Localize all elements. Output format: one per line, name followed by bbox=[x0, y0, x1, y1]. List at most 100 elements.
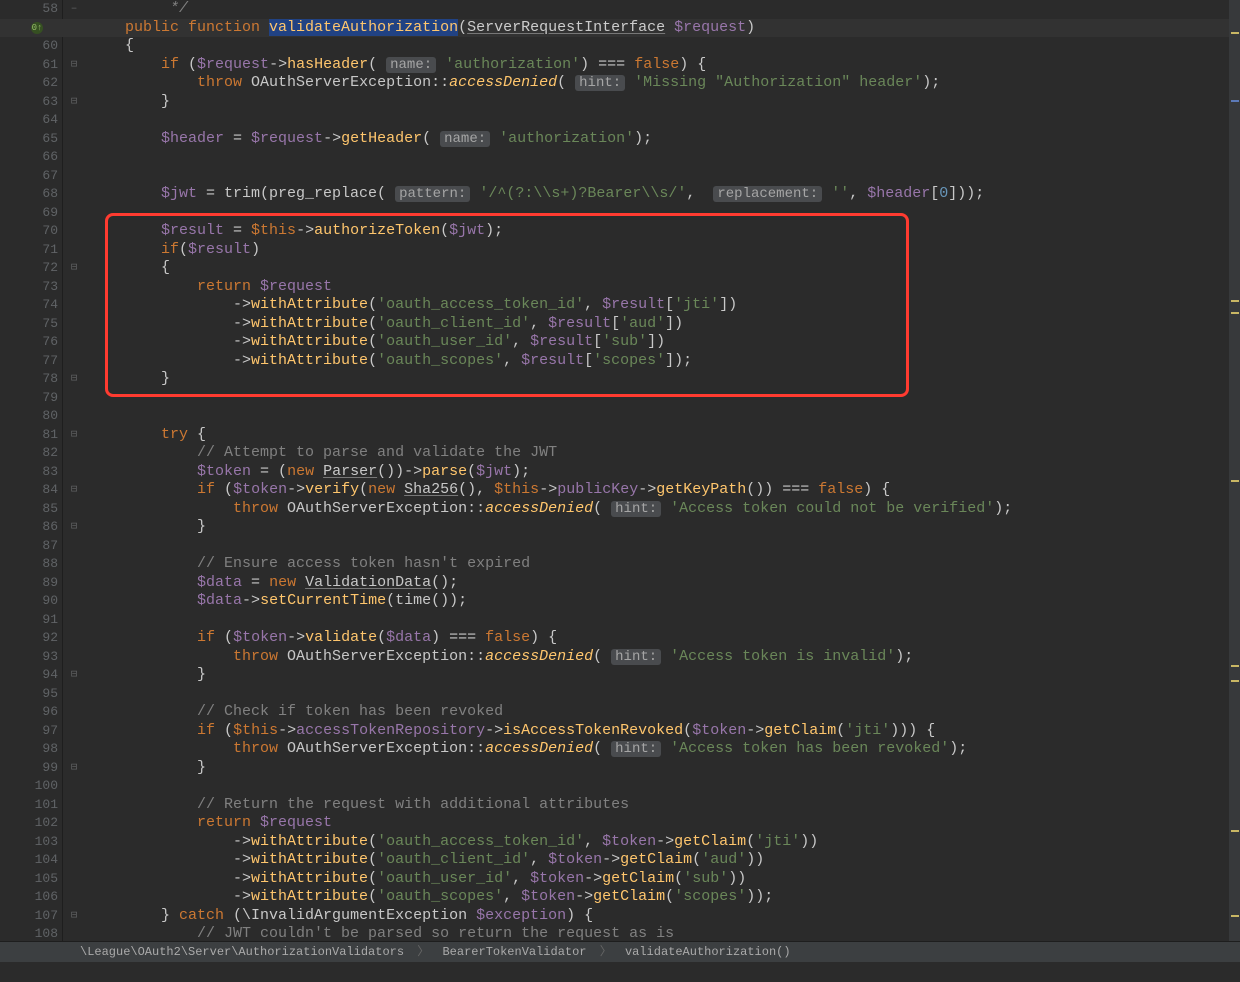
code-line[interactable]: try { bbox=[89, 426, 1229, 445]
minimap-mark-icon[interactable] bbox=[1231, 100, 1239, 102]
code-line[interactable]: } bbox=[89, 518, 1229, 537]
breadcrumb-method[interactable]: validateAuthorization() bbox=[625, 945, 791, 959]
minimap-mark-icon[interactable] bbox=[1231, 312, 1239, 314]
code-line[interactable] bbox=[89, 111, 1229, 130]
code-line[interactable] bbox=[89, 389, 1229, 408]
fold-toggle-icon[interactable] bbox=[63, 389, 85, 408]
code-line[interactable]: // Return the request with additional at… bbox=[89, 796, 1229, 815]
line-number[interactable]: 93 bbox=[0, 648, 62, 667]
code-line[interactable]: } catch (\InvalidArgumentException $exce… bbox=[89, 907, 1229, 926]
line-number[interactable]: 63 bbox=[0, 93, 62, 112]
code-line[interactable]: ->withAttribute('oauth_user_id', $token-… bbox=[89, 870, 1229, 889]
fold-toggle-icon[interactable] bbox=[63, 685, 85, 704]
line-number[interactable]: 99 bbox=[0, 759, 62, 778]
fold-toggle-icon[interactable] bbox=[63, 833, 85, 852]
line-number[interactable]: 84 bbox=[0, 481, 62, 500]
code-line[interactable]: $result = $this->authorizeToken($jwt); bbox=[89, 222, 1229, 241]
fold-toggle-icon[interactable] bbox=[63, 722, 85, 741]
minimap-mark-icon[interactable] bbox=[1231, 680, 1239, 682]
line-number[interactable]: 92 bbox=[0, 629, 62, 648]
code-line[interactable]: ->withAttribute('oauth_client_id', $toke… bbox=[89, 851, 1229, 870]
line-number[interactable]: 100 bbox=[0, 777, 62, 796]
line-number[interactable]: 103 bbox=[0, 833, 62, 852]
line-number[interactable]: 76 bbox=[0, 333, 62, 352]
line-number[interactable]: 86 bbox=[0, 518, 62, 537]
code-line[interactable]: $data->setCurrentTime(time()); bbox=[89, 592, 1229, 611]
fold-toggle-icon[interactable] bbox=[63, 407, 85, 426]
code-line[interactable]: $header = $request->getHeader( name: 'au… bbox=[89, 130, 1229, 149]
fold-toggle-icon[interactable]: ⊟ bbox=[63, 759, 85, 778]
line-number[interactable]: 90 bbox=[0, 592, 62, 611]
line-number[interactable]: 101 bbox=[0, 796, 62, 815]
line-number[interactable]: 87 bbox=[0, 537, 62, 556]
fold-toggle-icon[interactable] bbox=[63, 241, 85, 260]
code-line[interactable]: if ($request->hasHeader( name: 'authoriz… bbox=[89, 56, 1229, 75]
line-number[interactable]: 102 bbox=[0, 814, 62, 833]
minimap-mark-icon[interactable] bbox=[1231, 830, 1239, 832]
fold-toggle-icon[interactable] bbox=[63, 814, 85, 833]
line-number[interactable]: 75 bbox=[0, 315, 62, 334]
fold-toggle-icon[interactable] bbox=[63, 204, 85, 223]
code-line[interactable]: public function validateAuthorization(Se… bbox=[89, 19, 1229, 38]
fold-toggle-icon[interactable] bbox=[63, 111, 85, 130]
fold-toggle-icon[interactable] bbox=[63, 888, 85, 907]
line-number[interactable]: 58 bbox=[0, 0, 62, 19]
code-line[interactable] bbox=[89, 537, 1229, 556]
line-number[interactable]: 67 bbox=[0, 167, 62, 186]
minimap-mark-icon[interactable] bbox=[1231, 300, 1239, 302]
fold-toggle-icon[interactable]: ⊟ bbox=[63, 93, 85, 112]
fold-toggle-icon[interactable]: – bbox=[63, 0, 85, 19]
line-number[interactable]: 82 bbox=[0, 444, 62, 463]
line-number[interactable]: 78 bbox=[0, 370, 62, 389]
fold-toggle-icon[interactable] bbox=[63, 648, 85, 667]
fold-toggle-icon[interactable] bbox=[63, 130, 85, 149]
code-line[interactable]: return $request bbox=[89, 278, 1229, 297]
code-editor[interactable]: 5859606162636465666768697071727374757677… bbox=[0, 0, 1240, 962]
line-number[interactable]: 80 bbox=[0, 407, 62, 426]
fold-toggle-icon[interactable]: ⊟ bbox=[63, 907, 85, 926]
minimap-mark-icon[interactable] bbox=[1231, 32, 1239, 34]
line-number[interactable]: 69 bbox=[0, 204, 62, 223]
line-number[interactable]: 91 bbox=[0, 611, 62, 630]
line-number-gutter[interactable]: 5859606162636465666768697071727374757677… bbox=[0, 0, 63, 962]
fold-toggle-icon[interactable] bbox=[63, 574, 85, 593]
code-line[interactable] bbox=[89, 777, 1229, 796]
line-number[interactable]: 70 bbox=[0, 222, 62, 241]
fold-toggle-icon[interactable] bbox=[63, 537, 85, 556]
code-line[interactable]: } bbox=[89, 666, 1229, 685]
fold-toggle-icon[interactable] bbox=[63, 703, 85, 722]
line-number[interactable]: 62 bbox=[0, 74, 62, 93]
fold-toggle-icon[interactable]: ⊟ bbox=[63, 370, 85, 389]
code-area[interactable]: 5859606162636465666768697071727374757677… bbox=[0, 0, 1229, 962]
code-line[interactable]: if ($token->verify(new Sha256(), $this->… bbox=[89, 481, 1229, 500]
fold-toggle-icon[interactable] bbox=[63, 592, 85, 611]
line-number[interactable]: 64 bbox=[0, 111, 62, 130]
fold-toggle-icon[interactable] bbox=[63, 796, 85, 815]
code-line[interactable]: throw OAuthServerException::accessDenied… bbox=[89, 74, 1229, 93]
fold-toggle-icon[interactable] bbox=[63, 352, 85, 371]
fold-toggle-icon[interactable] bbox=[63, 37, 85, 56]
code-line[interactable] bbox=[89, 407, 1229, 426]
breadcrumb-bar[interactable]: \League\OAuth2\Server\AuthorizationValid… bbox=[0, 941, 1240, 962]
fold-toggle-icon[interactable] bbox=[63, 611, 85, 630]
line-number[interactable]: 107 bbox=[0, 907, 62, 926]
fold-toggle-icon[interactable] bbox=[63, 870, 85, 889]
minimap-mark-icon[interactable] bbox=[1231, 480, 1239, 482]
code-line[interactable]: return $request bbox=[89, 814, 1229, 833]
code-line[interactable]: ->withAttribute('oauth_scopes', $token->… bbox=[89, 888, 1229, 907]
line-number[interactable]: 98 bbox=[0, 740, 62, 759]
line-number[interactable]: 65 bbox=[0, 130, 62, 149]
line-number[interactable]: 105 bbox=[0, 870, 62, 889]
line-number[interactable]: 95 bbox=[0, 685, 62, 704]
fold-toggle-icon[interactable] bbox=[63, 444, 85, 463]
fold-toggle-icon[interactable] bbox=[63, 315, 85, 334]
code-line[interactable] bbox=[89, 167, 1229, 186]
code-line[interactable]: } bbox=[89, 370, 1229, 389]
code-line[interactable]: ->withAttribute('oauth_access_token_id',… bbox=[89, 833, 1229, 852]
code-line[interactable]: // Check if token has been revoked bbox=[89, 703, 1229, 722]
code-line[interactable]: throw OAuthServerException::accessDenied… bbox=[89, 648, 1229, 667]
code-line[interactable]: if ($this->accessTokenRepository->isAcce… bbox=[89, 722, 1229, 741]
fold-toggle-icon[interactable]: ⊟ bbox=[63, 481, 85, 500]
code-line[interactable]: ->withAttribute('oauth_access_token_id',… bbox=[89, 296, 1229, 315]
line-number[interactable]: 61 bbox=[0, 56, 62, 75]
